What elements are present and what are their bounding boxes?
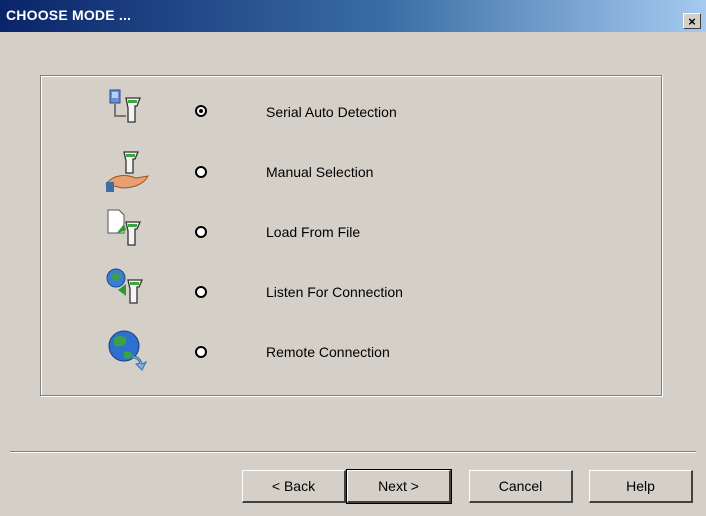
option-label: Remote Connection	[266, 344, 390, 360]
globe-icon	[108, 330, 148, 371]
option-listen-for-connection[interactable]: Listen For Connection	[0, 262, 700, 322]
separator	[10, 451, 696, 453]
cancel-button[interactable]: Cancel	[469, 470, 573, 503]
next-button[interactable]: Next >	[346, 469, 452, 504]
radio-listen-for-connection[interactable]	[195, 286, 207, 298]
radio-load-from-file[interactable]	[195, 226, 207, 238]
serial-scanner-icon	[109, 89, 141, 123]
title-bar: CHOOSE MODE ... ×	[0, 0, 706, 32]
option-label: Manual Selection	[266, 164, 374, 180]
radio-manual-selection[interactable]	[195, 166, 207, 178]
radio-serial-auto-detection[interactable]	[195, 105, 207, 117]
option-load-from-file[interactable]: Load From File	[0, 202, 700, 262]
option-serial-auto-detection[interactable]: Serial Auto Detection	[0, 82, 700, 142]
radio-remote-connection[interactable]	[195, 346, 207, 358]
file-scanner-icon	[107, 209, 141, 246]
close-icon: ×	[688, 13, 696, 29]
back-button[interactable]: < Back	[242, 470, 346, 503]
hand-scanner-icon	[105, 151, 149, 192]
option-label: Load From File	[266, 224, 361, 240]
option-manual-selection[interactable]: Manual Selection	[0, 142, 700, 202]
network-scanner-icon	[106, 268, 143, 304]
help-button[interactable]: Help	[589, 470, 693, 503]
close-button[interactable]: ×	[683, 13, 701, 29]
option-label: Serial Auto Detection	[266, 104, 397, 120]
window-title: CHOOSE MODE ...	[6, 7, 132, 23]
option-remote-connection[interactable]: Remote Connection	[0, 322, 700, 382]
option-label: Listen For Connection	[266, 284, 403, 300]
